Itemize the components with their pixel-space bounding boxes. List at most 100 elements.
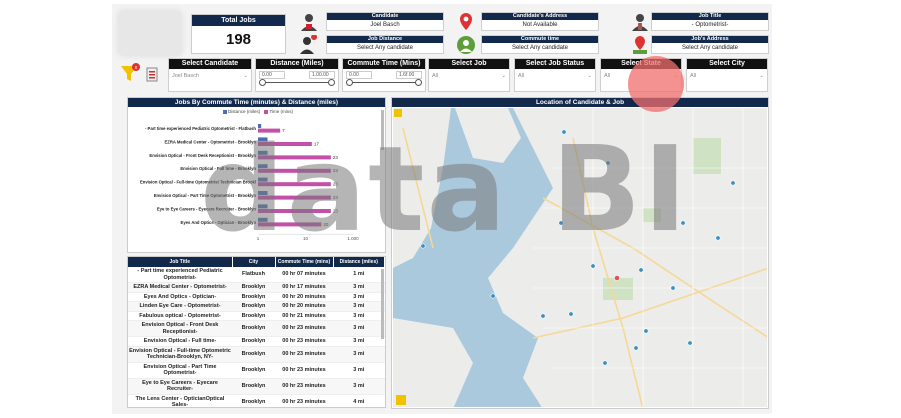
cell-city: Brooklyn <box>232 346 275 363</box>
cell-commute-time: 00 hr 23 minutes <box>275 362 333 379</box>
job-distance-card: Job Distance Select Any candidate <box>326 35 444 54</box>
commute-slicer-title: Commute Time (Mins) <box>343 59 425 69</box>
chevron-down-icon[interactable]: ⌄ <box>673 73 678 79</box>
distance-slicer[interactable]: Distance (Miles) 0.00 1.00.00 <box>255 58 339 92</box>
map-toolbar-icon[interactable] <box>394 109 402 117</box>
distance-min[interactable]: 0.00 <box>259 71 285 79</box>
commute-max[interactable]: 1.6f.00 <box>396 71 422 79</box>
map-graphic[interactable] <box>393 108 767 407</box>
chevron-down-icon[interactable]: ⌄ <box>243 73 248 79</box>
chart-scrollbar[interactable] <box>381 110 384 150</box>
person-icon <box>301 14 317 31</box>
chevron-down-icon[interactable]: ⌄ <box>501 73 506 79</box>
chevron-down-icon[interactable]: ⌄ <box>587 73 592 79</box>
map-pin-icon <box>460 13 472 30</box>
cell-distance: 4 mi <box>333 394 385 407</box>
select-state-value[interactable]: All <box>604 73 610 79</box>
commute-slider-min-handle[interactable] <box>346 79 353 86</box>
select-candidate-value[interactable]: Joel Basch <box>172 73 199 79</box>
commute-slider-track[interactable] <box>347 82 421 83</box>
map-view[interactable] <box>393 108 767 407</box>
header-job-title[interactable]: Job Title <box>128 257 233 267</box>
table-scrollbar[interactable] <box>381 269 384 339</box>
data-label: 20 <box>323 222 329 227</box>
filter-icon[interactable]: x <box>120 62 162 84</box>
chevron-down-icon[interactable]: ⌄ <box>759 73 764 79</box>
data-label: 23 <box>333 182 339 187</box>
distance-bar <box>258 177 268 182</box>
cell-distance: 3 mi <box>333 336 385 347</box>
map-panel: Location of Candidate & Job <box>391 97 769 409</box>
cell-city: Brooklyn <box>232 282 275 293</box>
category-label: Envision Optical - Front Desk Receptioni… <box>149 153 256 158</box>
table-row[interactable]: Fabulous optical - Optometrist- Brooklyn 0… <box>128 311 385 321</box>
time-bar <box>258 182 331 187</box>
commute-time-card: Commute time Select Any candidate <box>481 35 599 54</box>
table-row[interactable]: Envision Optical - Full time- Brooklyn 00 … <box>128 336 385 347</box>
cell-distance: 3 mi <box>333 378 385 395</box>
distance-max[interactable]: 1.00.00 <box>309 71 335 79</box>
job-title-card-value: - Optometrist- <box>691 22 729 28</box>
distance-bar <box>258 204 268 209</box>
candidate-address-card: Candidate's Address Not Available <box>481 12 599 31</box>
distance-slicer-title: Distance (Miles) <box>256 59 338 69</box>
time-bar <box>258 168 331 173</box>
select-city-value[interactable]: All <box>690 73 696 79</box>
distance-slider-min-handle[interactable] <box>259 79 266 86</box>
job-person-icon <box>632 14 648 31</box>
table-row[interactable]: Envision Optical - Full-time Optometric … <box>128 346 385 363</box>
select-state-slicer[interactable]: Select State All ⌄ <box>600 58 682 92</box>
table-row[interactable]: EZRA Medical Center - Optometrist- Brookl… <box>128 282 385 293</box>
header-commute-time[interactable]: Commute Time (mins) <box>275 257 334 267</box>
select-candidate-title: Select Candidate <box>169 59 251 69</box>
cell-job-title: - Part time experienced Pediatric Optome… <box>128 267 232 283</box>
chart-title: Jobs By Commute Time (minutes) & Distanc… <box>128 98 385 107</box>
distance-slider-track[interactable] <box>260 82 334 83</box>
time-bar <box>258 142 312 146</box>
cell-commute-time: 00 hr 23 minutes <box>275 346 333 363</box>
table-row[interactable]: - Part time experienced Pediatric Optome… <box>128 267 385 283</box>
commute-slider-max-handle[interactable] <box>415 79 422 86</box>
header-city[interactable]: City <box>232 257 276 267</box>
select-job-value[interactable]: All <box>432 73 438 79</box>
job-pin-icon <box>633 36 647 54</box>
commute-min[interactable]: 0.00 <box>346 71 372 79</box>
cell-distance: 3 mi <box>333 362 385 379</box>
select-job-status-slicer[interactable]: Select Job Status All ⌄ <box>514 58 596 92</box>
cell-commute-time: 00 hr 17 minutes <box>275 282 333 293</box>
job-address-card-value: Select Any candidate <box>681 45 739 51</box>
commute-slicer[interactable]: Commute Time (Mins) 0.00 1.6f.00 <box>342 58 426 92</box>
select-job-slicer[interactable]: Select Job All ⌄ <box>428 58 510 92</box>
cell-commute-time: 00 hr 07 minutes <box>275 267 333 283</box>
data-label: 17 <box>314 141 320 146</box>
legend-time-label: Time (mins) <box>269 109 294 114</box>
job-distance-card-value: Select Any candidate <box>356 45 414 51</box>
time-bar <box>258 195 331 200</box>
cell-commute-time: 00 hr 23 minutes <box>275 378 333 395</box>
header-distance[interactable]: Distance (miles) <box>333 257 385 267</box>
table-row[interactable]: Envision Optical - Front Desk Receptioni… <box>128 320 385 337</box>
cell-job-title: Eyes And Optics - Optician- <box>128 292 232 302</box>
candidate-card-value: Joel Basch <box>370 22 400 28</box>
category-label: Eye to Eye Careers - Eyecare Recruiter -… <box>157 206 257 211</box>
table-row[interactable]: Eyes And Optics - Optician- Brooklyn 00 hr… <box>128 292 385 302</box>
candidate-address-card-value: Not Available <box>522 22 558 28</box>
cell-job-title: Envision Optical - Full-time Optometric … <box>128 346 232 363</box>
cell-distance: 3 mi <box>333 292 385 302</box>
candidate-card-title: Candidate <box>327 13 443 20</box>
table-body: - Part time experienced Pediatric Optome… <box>128 267 385 407</box>
distance-slider-max-handle[interactable] <box>328 79 335 86</box>
table-header-row: Job Title City Commute Time (mins) Dista… <box>128 257 385 267</box>
time-bar <box>258 155 331 160</box>
table-row[interactable]: Linden Eye Care - Optometrist- Brooklyn 00… <box>128 301 385 312</box>
category-label: Envision Optical - Part Time Optometrist… <box>154 193 257 198</box>
table-row[interactable]: Eye to Eye Careers - Eyecare Recruiter- B… <box>128 378 385 395</box>
cell-commute-time: 00 hr 23 minutes <box>275 320 333 337</box>
table-row[interactable]: The Lens Center - OpticianOptical Sales-… <box>128 394 385 407</box>
table-row[interactable]: Envision Optical - Part Time Optometrist… <box>128 362 385 379</box>
select-candidate-slicer[interactable]: Select Candidate Joel Basch ⌄ <box>168 58 252 92</box>
commute-chart-panel: Jobs By Commute Time (minutes) & Distanc… <box>127 97 386 253</box>
cell-job-title: EZRA Medical Center - Optometrist- <box>128 282 232 293</box>
select-city-slicer[interactable]: Select City All ⌄ <box>686 58 768 92</box>
select-job-status-value[interactable]: All <box>518 73 524 79</box>
